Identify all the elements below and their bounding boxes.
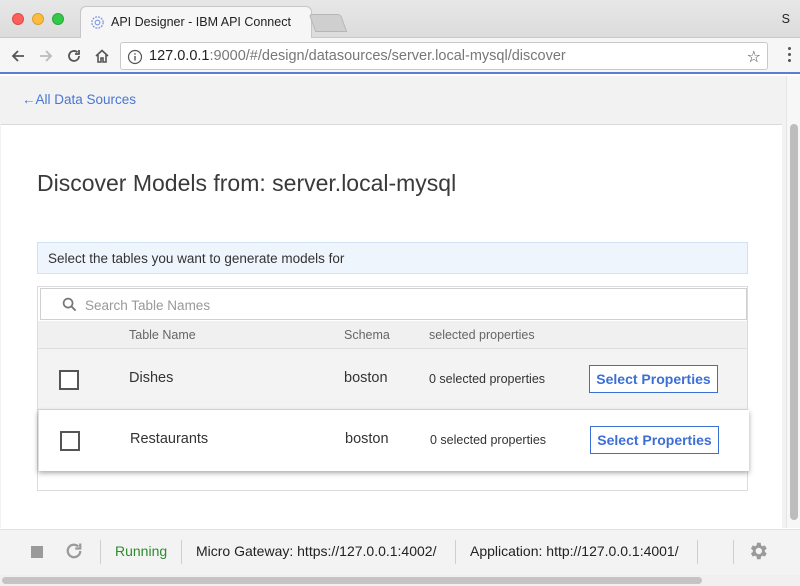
page-content: ←All Data Sources Discover Models from: …: [0, 76, 786, 528]
home-button[interactable]: [90, 44, 114, 68]
table-header: Table Name Schema selected properties: [38, 321, 747, 349]
row-checkbox[interactable]: [59, 370, 79, 390]
application-url[interactable]: http://127.0.0.1:4001/: [546, 543, 678, 559]
column-header-selected-properties[interactable]: selected properties: [429, 328, 535, 342]
micro-gateway-label: Micro Gateway:: [196, 543, 294, 559]
row-checkbox[interactable]: [60, 431, 80, 451]
table-row[interactable]: Restaurants boston 0 selected properties…: [38, 410, 749, 471]
horizontal-scrollbar[interactable]: [0, 575, 800, 586]
info-banner: Select the tables you want to generate m…: [37, 242, 748, 274]
selected-properties-cell: 0 selected properties: [430, 433, 547, 447]
all-data-sources-link[interactable]: ←All Data Sources: [22, 92, 136, 107]
tab-title: API Designer - IBM API Connect: [111, 15, 291, 29]
tables-panel: Table Name Schema selected properties Di…: [37, 286, 749, 491]
star-icon[interactable]: ☆: [747, 47, 761, 67]
back-arrow-icon: [11, 50, 24, 62]
table-row[interactable]: Dishes boston 0 selected properties Sele…: [38, 349, 747, 410]
url-text[interactable]: 127.0.0.1:9000/#/design/datasources/serv…: [149, 48, 566, 64]
reload-button[interactable]: [62, 44, 86, 68]
new-tab-button[interactable]: [308, 14, 348, 32]
profile-initial[interactable]: S: [782, 12, 790, 26]
refresh-icon[interactable]: [64, 541, 84, 561]
application-status: Application: http://127.0.0.1:4001/: [470, 543, 679, 559]
gear-icon[interactable]: [747, 540, 769, 562]
info-icon[interactable]: [127, 49, 143, 65]
back-link-label: All Data Sources: [35, 92, 137, 107]
browser-toolbar: 127.0.0.1:9000/#/design/datasources/serv…: [0, 38, 800, 74]
server-status: Running: [115, 543, 168, 559]
select-properties-button[interactable]: Select Properties: [590, 426, 719, 454]
page-title: Discover Models from: server.local-mysql: [37, 170, 457, 196]
selected-properties-cell: 0 selected properties: [429, 372, 546, 386]
column-header-schema[interactable]: Schema: [344, 328, 390, 342]
url-path: :9000/#/design/datasources/server.local-…: [209, 48, 566, 64]
search-icon: [62, 297, 77, 312]
search-box: [40, 288, 747, 320]
back-arrow-icon: ←: [22, 92, 36, 107]
forward-arrow-icon: [40, 50, 53, 62]
schema-cell: boston: [344, 370, 388, 386]
back-button[interactable]: [6, 44, 30, 68]
micro-gateway-status: Micro Gateway: https://127.0.0.1:4002/: [196, 543, 436, 559]
api-connect-logo-icon: [91, 16, 104, 29]
url-host: 127.0.0.1: [149, 48, 210, 64]
status-bar: Running Micro Gateway: https://127.0.0.1…: [0, 529, 800, 575]
address-bar[interactable]: 127.0.0.1:9000/#/design/datasources/serv…: [120, 42, 768, 70]
reload-icon: [68, 50, 80, 62]
stop-icon[interactable]: [31, 546, 43, 558]
browser-tab[interactable]: API Designer - IBM API Connect: [80, 6, 312, 38]
table-name-cell: Restaurants: [130, 431, 209, 447]
divider: [733, 540, 734, 564]
application-label: Application:: [470, 543, 543, 559]
divider: [455, 540, 456, 564]
close-window-button[interactable]: [12, 13, 24, 25]
micro-gateway-url[interactable]: https://127.0.0.1:4002/: [297, 543, 436, 559]
browser-titlebar: API Designer - IBM API Connect S: [0, 0, 800, 38]
maximize-window-button[interactable]: [52, 13, 64, 25]
page-scrollbar[interactable]: [786, 76, 800, 528]
search-input[interactable]: [85, 295, 685, 315]
discover-card: Discover Models from: server.local-mysql…: [1, 124, 782, 528]
schema-cell: boston: [345, 431, 389, 447]
home-icon: [95, 49, 109, 63]
select-properties-button[interactable]: Select Properties: [589, 365, 718, 393]
horizontal-scrollbar-thumb[interactable]: [2, 577, 702, 584]
divider: [181, 540, 182, 564]
minimize-window-button[interactable]: [32, 13, 44, 25]
table-name-cell: Dishes: [129, 370, 174, 386]
divider: [100, 540, 101, 564]
page-scrollbar-thumb[interactable]: [790, 124, 798, 520]
menu-icon[interactable]: [788, 47, 792, 65]
divider: [697, 540, 698, 564]
column-header-table-name[interactable]: Table Name: [129, 328, 196, 342]
forward-button[interactable]: [34, 44, 58, 68]
